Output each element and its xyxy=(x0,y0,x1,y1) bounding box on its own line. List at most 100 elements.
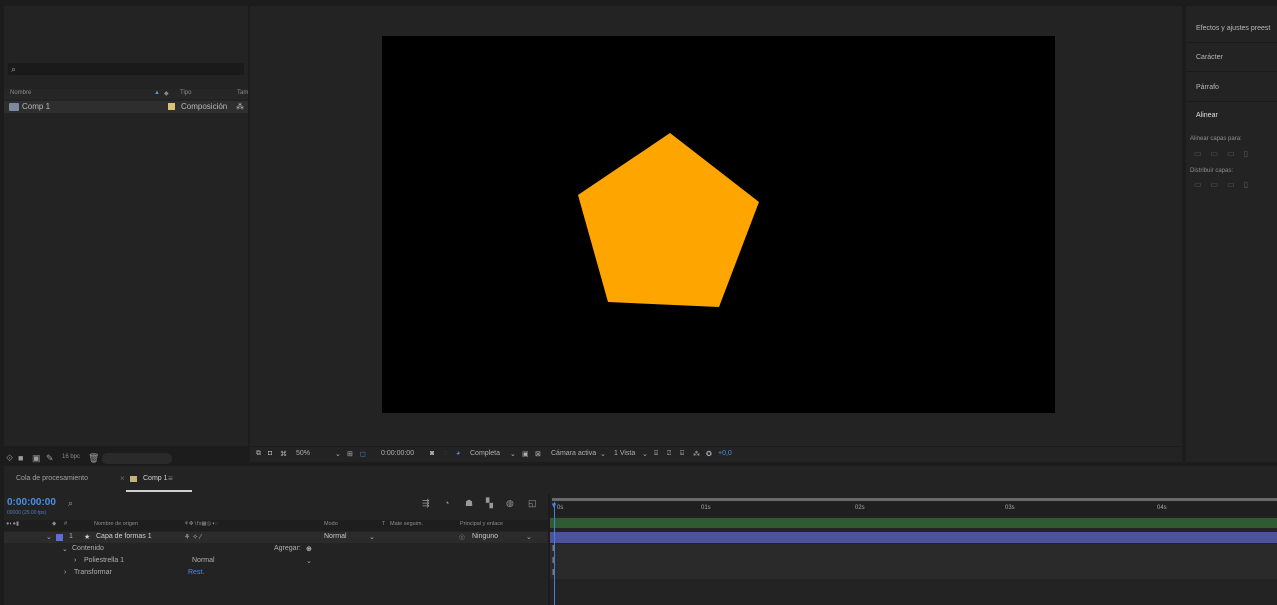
new-composition-icon[interactable]: ▣ xyxy=(32,453,41,464)
layer-switches[interactable]: ⚘ ✧ ⁄ xyxy=(184,533,201,541)
column-source-name[interactable]: Nombre de origen xyxy=(94,521,138,527)
color-channels-icon[interactable]: ◕ xyxy=(456,450,460,457)
pixel-aspect-icon[interactable]: ⍌ xyxy=(654,450,658,458)
exposure-reset-icon[interactable]: ✪ xyxy=(706,450,712,458)
right-panels: Efectos y ajustes preest Carácter Párraf… xyxy=(1186,6,1277,462)
region-of-interest-icon[interactable]: ◻ xyxy=(360,450,366,458)
always-preview-icon[interactable]: ⧉ xyxy=(256,450,261,458)
align-panel-title[interactable]: Alinear xyxy=(1196,112,1218,119)
ruler-label-4: 04s xyxy=(1157,505,1167,511)
align-buttons[interactable]: ▭▭▭▯ xyxy=(1194,149,1257,158)
distribute-buttons[interactable]: ▭▭▭▯ xyxy=(1194,180,1257,189)
viewer-timecode[interactable]: 0:00:00:00 xyxy=(381,450,414,457)
new-folder-icon[interactable]: ■ xyxy=(18,453,23,463)
layer-row[interactable]: ⌄ 1 ★ Capa de formas 1 ⚘ ✧ ⁄ Normal ⌄ ◎ … xyxy=(4,532,548,543)
flowchart-icon[interactable]: ⁂ xyxy=(693,450,700,458)
timeline-icon[interactable]: ⍇ xyxy=(680,450,684,458)
reset-link[interactable]: Rest. xyxy=(188,569,204,576)
transform-row[interactable]: › Transformar Rest. xyxy=(4,568,548,579)
chevron-down-icon[interactable]: ⌄ xyxy=(335,450,341,458)
parent-select[interactable]: Ninguno xyxy=(472,533,498,540)
motion-blur-icon[interactable]: ◍ xyxy=(506,498,514,509)
playhead-icon[interactable]: ▼ xyxy=(550,501,558,510)
layer-label-swatch[interactable] xyxy=(56,534,63,541)
layer-duration-bar[interactable] xyxy=(550,532,1277,543)
trash-icon[interactable]: 🗑 xyxy=(88,453,99,464)
column-size[interactable]: Tam xyxy=(237,90,248,96)
guides-icon[interactable]: ◘ xyxy=(268,450,272,457)
project-search-input[interactable]: ⌕ xyxy=(8,63,244,75)
chevron-down-icon[interactable]: ⌄ xyxy=(526,533,532,541)
shy-layers-icon[interactable]: ☗ xyxy=(465,498,473,509)
project-item-name: Comp 1 xyxy=(22,102,51,111)
chevron-down-icon[interactable]: ⌄ xyxy=(642,450,648,458)
polystar-mode-select[interactable]: Normal xyxy=(192,557,215,564)
show-snapshot-icon[interactable]: ◌ xyxy=(443,450,447,457)
tab-render-queue[interactable]: Cola de procesamiento xyxy=(16,475,88,482)
character-panel-tab[interactable]: Carácter xyxy=(1196,54,1223,61)
views-select[interactable]: 1 Vista xyxy=(614,450,635,457)
ruler-label-1: 01s xyxy=(701,505,711,511)
column-track-matte[interactable]: Mate seguim. xyxy=(390,521,423,527)
grid-icon[interactable]: ⊞ xyxy=(347,450,353,458)
chevron-down-icon[interactable]: ⌄ xyxy=(46,533,52,541)
column-mode[interactable]: Modo xyxy=(324,521,338,527)
chevron-down-icon[interactable]: ⌄ xyxy=(600,450,606,458)
interpret-footage-icon[interactable]: ⟐ xyxy=(6,453,13,464)
resolution-select[interactable]: Completa xyxy=(470,450,500,457)
column-type[interactable]: Tipo xyxy=(180,90,191,96)
time-ruler[interactable]: 0s 01s 02s 03s 04s xyxy=(550,502,1277,516)
switches-icons[interactable]: ⚘✥∖fx▦◎◑◌ xyxy=(184,521,218,527)
column-name[interactable]: Nombre xyxy=(10,90,31,96)
camera-select[interactable]: Cámara activa xyxy=(551,450,596,457)
composition-mini-flowchart-icon[interactable]: ⇶ xyxy=(422,498,430,509)
mask-visibility-icon[interactable]: ⌘ xyxy=(280,450,287,458)
timeline-search-input[interactable] xyxy=(64,498,408,509)
draft-3d-icon[interactable]: ◔ xyxy=(444,498,449,508)
fast-previews-icon[interactable]: ⍁ xyxy=(667,450,671,458)
chevron-down-icon[interactable]: ⌄ xyxy=(510,450,516,458)
chevron-right-icon[interactable]: › xyxy=(74,557,76,564)
chevron-down-icon[interactable]: ⌄ xyxy=(62,545,68,553)
fast-preview-icon[interactable]: ⊠ xyxy=(535,450,541,458)
layer-name[interactable]: Capa de formas 1 xyxy=(96,533,152,540)
column-t[interactable]: T xyxy=(382,521,385,527)
exposure-value[interactable]: +0,0 xyxy=(718,450,732,457)
pentagon-shape[interactable] xyxy=(382,36,1055,413)
flowchart-icon[interactable]: ⁂ xyxy=(236,102,244,111)
project-settings-icon[interactable]: ✎ xyxy=(46,453,54,464)
effects-presets-panel-tab[interactable]: Efectos y ajustes preest xyxy=(1196,25,1270,32)
label-tag-icon[interactable]: ◆ xyxy=(164,90,169,97)
hash-icon[interactable]: # xyxy=(64,521,67,527)
zoom-select[interactable]: 50% xyxy=(296,450,310,457)
transparency-grid-icon[interactable]: ▣ xyxy=(522,450,529,458)
snapshot-icon[interactable]: ◙ xyxy=(430,450,434,457)
parent-pickwhip-icon[interactable]: ◎ xyxy=(459,533,465,541)
close-icon[interactable]: × xyxy=(120,474,125,483)
search-icon[interactable]: ⌕ xyxy=(68,498,73,509)
current-time-indicator[interactable] xyxy=(554,502,555,605)
av-switches-icon[interactable]: ●◐●▮ xyxy=(6,521,19,527)
column-parent[interactable]: Principal y enlace xyxy=(460,521,503,527)
label-icon[interactable]: ◆ xyxy=(52,521,56,527)
composition-canvas[interactable] xyxy=(382,36,1055,413)
layer-mode-select[interactable]: Normal xyxy=(324,533,347,540)
panel-menu-icon[interactable]: ≡ xyxy=(168,474,173,483)
paragraph-panel-tab[interactable]: Párrafo xyxy=(1196,84,1219,91)
graph-editor-icon[interactable]: ◱ xyxy=(528,498,537,509)
add-icon[interactable]: ⊕ xyxy=(306,545,312,553)
current-time-display[interactable]: 0:00:00:00 xyxy=(7,497,56,508)
chevron-down-icon[interactable]: ⌄ xyxy=(306,557,312,565)
thumbnail-slider[interactable] xyxy=(102,453,172,464)
project-column-header: Nombre ▲ ◆ Tipo Tam xyxy=(4,89,248,99)
frame-blending-icon[interactable]: ▚ xyxy=(486,498,493,509)
work-area-bar[interactable] xyxy=(552,498,1277,501)
chevron-down-icon[interactable]: ⌄ xyxy=(369,533,375,541)
bit-depth-label[interactable]: 16 bpc xyxy=(62,454,80,460)
contents-row[interactable]: ⌄ Contenido Agregar: ⊕ xyxy=(4,544,548,555)
sort-up-icon[interactable]: ▲ xyxy=(154,90,160,96)
project-item-comp[interactable]: Comp 1 Composición ⁂ xyxy=(4,101,248,113)
chevron-right-icon[interactable]: › xyxy=(64,569,66,576)
tab-comp-1[interactable]: Comp 1 xyxy=(143,475,168,482)
polystar-row[interactable]: › Poliestrella 1 Normal ⌄ xyxy=(4,556,548,567)
